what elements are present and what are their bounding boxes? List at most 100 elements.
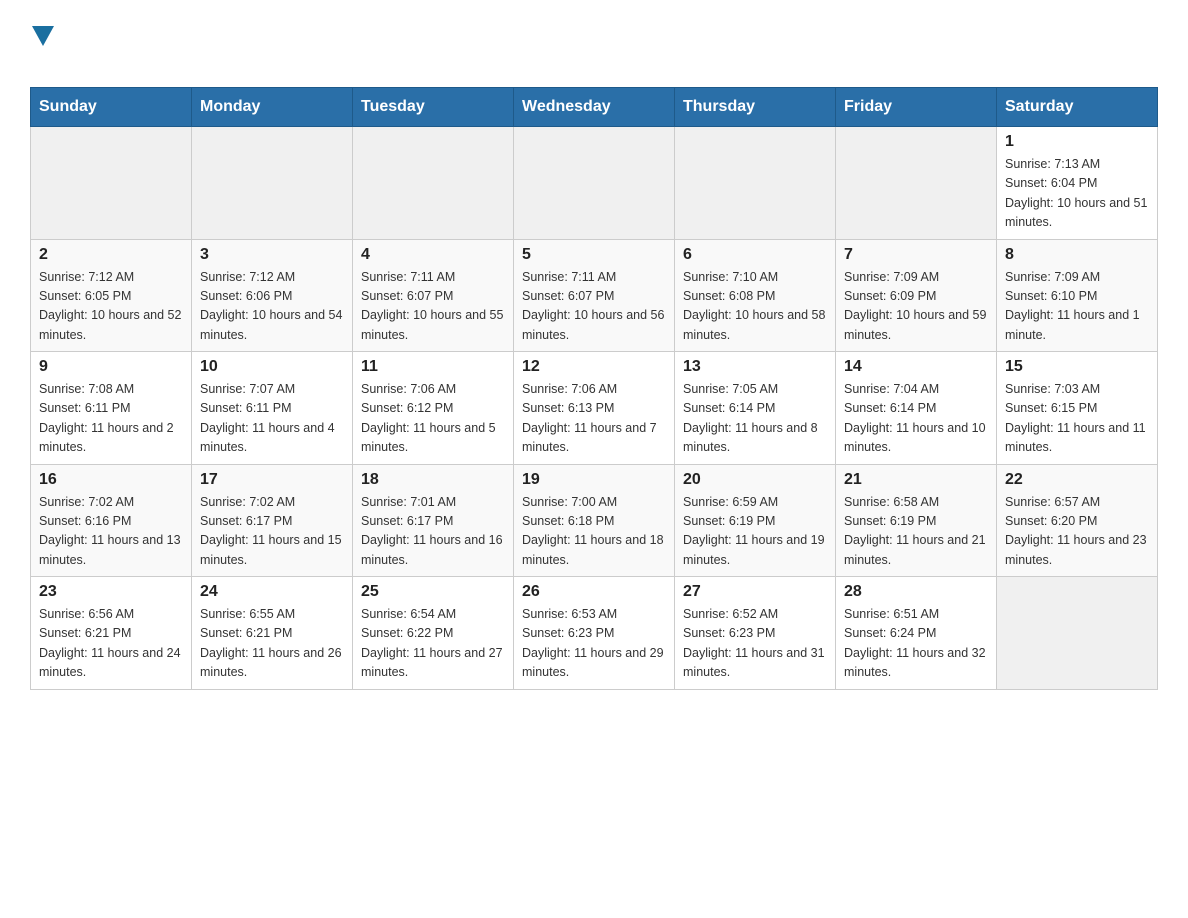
calendar-cell: 10 Sunrise: 7:07 AMSunset: 6:11 PMDayligh…: [192, 352, 353, 465]
day-info: Sunrise: 7:08 AMSunset: 6:11 PMDaylight:…: [39, 380, 183, 458]
calendar-cell: 15 Sunrise: 7:03 AMSunset: 6:15 PMDayligh…: [997, 352, 1158, 465]
day-number: 10: [200, 358, 344, 376]
logo-arrow-icon: [32, 26, 54, 46]
calendar-cell: 18 Sunrise: 7:01 AMSunset: 6:17 PMDayligh…: [353, 464, 514, 577]
calendar-cell: 1 Sunrise: 7:13 AMSunset: 6:04 PMDaylight…: [997, 127, 1158, 240]
calendar-header: SundayMondayTuesdayWednesdayThursdayFrid…: [31, 88, 1158, 127]
day-number: 27: [683, 583, 827, 601]
day-info: Sunrise: 6:56 AMSunset: 6:21 PMDaylight:…: [39, 605, 183, 683]
day-info: Sunrise: 7:02 AMSunset: 6:16 PMDaylight:…: [39, 493, 183, 571]
calendar-cell: 2 Sunrise: 7:12 AMSunset: 6:05 PMDaylight…: [31, 239, 192, 352]
calendar-cell: 5 Sunrise: 7:11 AMSunset: 6:07 PMDaylight…: [514, 239, 675, 352]
day-number: 3: [200, 246, 344, 264]
calendar-cell: 20 Sunrise: 6:59 AMSunset: 6:19 PMDayligh…: [675, 464, 836, 577]
day-info: Sunrise: 7:11 AMSunset: 6:07 PMDaylight:…: [361, 268, 505, 346]
week-row-4: 16 Sunrise: 7:02 AMSunset: 6:16 PMDayligh…: [31, 464, 1158, 577]
week-row-5: 23 Sunrise: 6:56 AMSunset: 6:21 PMDayligh…: [31, 577, 1158, 690]
calendar-cell: 4 Sunrise: 7:11 AMSunset: 6:07 PMDaylight…: [353, 239, 514, 352]
week-row-2: 2 Sunrise: 7:12 AMSunset: 6:05 PMDaylight…: [31, 239, 1158, 352]
weekday-saturday: Saturday: [997, 88, 1158, 127]
day-number: 25: [361, 583, 505, 601]
day-info: Sunrise: 6:58 AMSunset: 6:19 PMDaylight:…: [844, 493, 988, 571]
day-info: Sunrise: 6:51 AMSunset: 6:24 PMDaylight:…: [844, 605, 988, 683]
calendar-cell: 8Sunrise: 7:09 AMSunset: 6:10 PMDaylight…: [997, 239, 1158, 352]
day-info: Sunrise: 7:12 AMSunset: 6:06 PMDaylight:…: [200, 268, 344, 346]
calendar-cell: 25 Sunrise: 6:54 AMSunset: 6:22 PMDayligh…: [353, 577, 514, 690]
calendar-cell: 14 Sunrise: 7:04 AMSunset: 6:14 PMDayligh…: [836, 352, 997, 465]
day-number: 24: [200, 583, 344, 601]
calendar-cell: 16 Sunrise: 7:02 AMSunset: 6:16 PMDayligh…: [31, 464, 192, 577]
day-info: Sunrise: 7:13 AMSunset: 6:04 PMDaylight:…: [1005, 155, 1149, 233]
calendar-cell: 12Sunrise: 7:06 AMSunset: 6:13 PMDayligh…: [514, 352, 675, 465]
day-number: 2: [39, 246, 183, 264]
calendar-cell: [675, 127, 836, 240]
calendar-cell: [31, 127, 192, 240]
calendar-table: SundayMondayTuesdayWednesdayThursdayFrid…: [30, 87, 1158, 690]
weekday-friday: Friday: [836, 88, 997, 127]
day-info: Sunrise: 7:05 AMSunset: 6:14 PMDaylight:…: [683, 380, 827, 458]
day-info: Sunrise: 7:09 AMSunset: 6:10 PMDaylight:…: [1005, 268, 1149, 346]
calendar-cell: 9Sunrise: 7:08 AMSunset: 6:11 PMDaylight…: [31, 352, 192, 465]
weekday-wednesday: Wednesday: [514, 88, 675, 127]
day-info: Sunrise: 7:03 AMSunset: 6:15 PMDaylight:…: [1005, 380, 1149, 458]
day-info: Sunrise: 6:55 AMSunset: 6:21 PMDaylight:…: [200, 605, 344, 683]
day-number: 14: [844, 358, 988, 376]
day-number: 23: [39, 583, 183, 601]
calendar-cell: 22Sunrise: 6:57 AMSunset: 6:20 PMDayligh…: [997, 464, 1158, 577]
weekday-thursday: Thursday: [675, 88, 836, 127]
calendar-cell: 3 Sunrise: 7:12 AMSunset: 6:06 PMDaylight…: [192, 239, 353, 352]
day-info: Sunrise: 7:11 AMSunset: 6:07 PMDaylight:…: [522, 268, 666, 346]
calendar-cell: 17 Sunrise: 7:02 AMSunset: 6:17 PMDayligh…: [192, 464, 353, 577]
day-number: 18: [361, 471, 505, 489]
calendar-cell: 28Sunrise: 6:51 AMSunset: 6:24 PMDayligh…: [836, 577, 997, 690]
logo: [30, 20, 54, 77]
day-info: Sunrise: 7:02 AMSunset: 6:17 PMDaylight:…: [200, 493, 344, 571]
calendar-cell: 7Sunrise: 7:09 AMSunset: 6:09 PMDaylight…: [836, 239, 997, 352]
day-info: Sunrise: 6:54 AMSunset: 6:22 PMDaylight:…: [361, 605, 505, 683]
calendar-body: 1 Sunrise: 7:13 AMSunset: 6:04 PMDaylight…: [31, 127, 1158, 690]
day-info: Sunrise: 7:06 AMSunset: 6:13 PMDaylight:…: [522, 380, 666, 458]
day-number: 4: [361, 246, 505, 264]
day-number: 15: [1005, 358, 1149, 376]
day-info: Sunrise: 7:06 AMSunset: 6:12 PMDaylight:…: [361, 380, 505, 458]
day-info: Sunrise: 7:00 AMSunset: 6:18 PMDaylight:…: [522, 493, 666, 571]
calendar-cell: [514, 127, 675, 240]
calendar-cell: [192, 127, 353, 240]
day-info: Sunrise: 6:59 AMSunset: 6:19 PMDaylight:…: [683, 493, 827, 571]
calendar-cell: [353, 127, 514, 240]
week-row-3: 9Sunrise: 7:08 AMSunset: 6:11 PMDaylight…: [31, 352, 1158, 465]
day-number: 6: [683, 246, 827, 264]
day-number: 16: [39, 471, 183, 489]
week-row-1: 1 Sunrise: 7:13 AMSunset: 6:04 PMDaylight…: [31, 127, 1158, 240]
day-info: Sunrise: 6:57 AMSunset: 6:20 PMDaylight:…: [1005, 493, 1149, 571]
day-number: 17: [200, 471, 344, 489]
day-info: Sunrise: 7:04 AMSunset: 6:14 PMDaylight:…: [844, 380, 988, 458]
calendar-cell: [997, 577, 1158, 690]
day-number: 26: [522, 583, 666, 601]
weekday-monday: Monday: [192, 88, 353, 127]
calendar-cell: 21Sunrise: 6:58 AMSunset: 6:19 PMDayligh…: [836, 464, 997, 577]
day-number: 20: [683, 471, 827, 489]
calendar-cell: 19 Sunrise: 7:00 AMSunset: 6:18 PMDayligh…: [514, 464, 675, 577]
calendar-cell: 13Sunrise: 7:05 AMSunset: 6:14 PMDayligh…: [675, 352, 836, 465]
weekday-sunday: Sunday: [31, 88, 192, 127]
calendar-cell: 11 Sunrise: 7:06 AMSunset: 6:12 PMDayligh…: [353, 352, 514, 465]
weekday-header-row: SundayMondayTuesdayWednesdayThursdayFrid…: [31, 88, 1158, 127]
day-info: Sunrise: 7:07 AMSunset: 6:11 PMDaylight:…: [200, 380, 344, 458]
day-info: Sunrise: 7:10 AMSunset: 6:08 PMDaylight:…: [683, 268, 827, 346]
day-number: 11: [361, 358, 505, 376]
day-info: Sunrise: 6:53 AMSunset: 6:23 PMDaylight:…: [522, 605, 666, 683]
day-number: 19: [522, 471, 666, 489]
calendar-cell: 24 Sunrise: 6:55 AMSunset: 6:21 PMDayligh…: [192, 577, 353, 690]
calendar-cell: [836, 127, 997, 240]
calendar-cell: 23 Sunrise: 6:56 AMSunset: 6:21 PMDayligh…: [31, 577, 192, 690]
day-info: Sunrise: 7:09 AMSunset: 6:09 PMDaylight:…: [844, 268, 988, 346]
calendar-cell: 27Sunrise: 6:52 AMSunset: 6:23 PMDayligh…: [675, 577, 836, 690]
page-header: [30, 20, 1158, 77]
calendar-cell: 6 Sunrise: 7:10 AMSunset: 6:08 PMDaylight…: [675, 239, 836, 352]
day-info: Sunrise: 7:01 AMSunset: 6:17 PMDaylight:…: [361, 493, 505, 571]
calendar-cell: 26 Sunrise: 6:53 AMSunset: 6:23 PMDayligh…: [514, 577, 675, 690]
day-number: 1: [1005, 133, 1149, 151]
day-info: Sunrise: 7:12 AMSunset: 6:05 PMDaylight:…: [39, 268, 183, 346]
day-number: 5: [522, 246, 666, 264]
